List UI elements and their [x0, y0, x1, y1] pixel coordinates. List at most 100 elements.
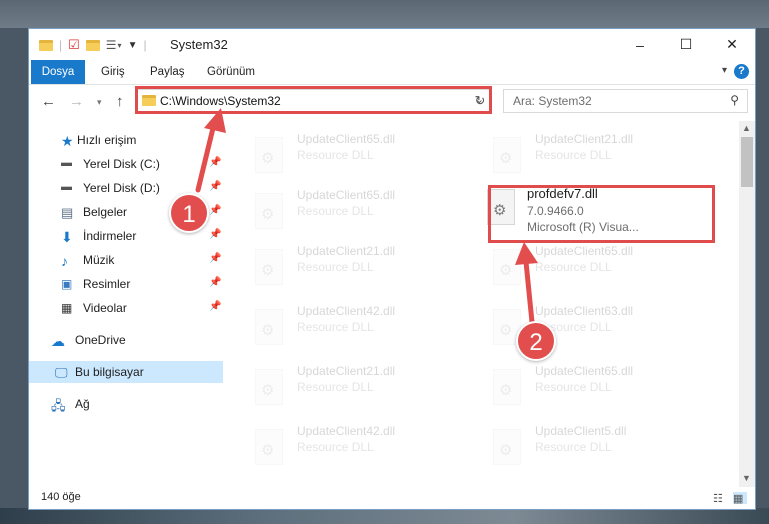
- file-type: Resource DLL: [535, 440, 612, 454]
- details-view-icon[interactable]: ☷: [713, 492, 727, 505]
- scrollbar-thumb[interactable]: [741, 137, 753, 187]
- file-tile[interactable]: ⚙ UpdateClient42.dll Resource DLL: [225, 419, 453, 471]
- pin-icon: 📌: [209, 181, 222, 192]
- sidebar-item-label: Yerel Disk (C:): [83, 157, 160, 171]
- drive-icon: ▬: [61, 157, 72, 169]
- sidebar-item-this-pc[interactable]: 🖵 Bu bilgisayar: [29, 361, 223, 383]
- properties-icon[interactable]: ☑: [68, 37, 80, 53]
- file-name: UpdateClient21.dll: [535, 132, 634, 146]
- file-name: UpdateClient65.dll: [535, 244, 634, 258]
- file-tile[interactable]: ⚙ UpdateClient21.dll Resource DLL: [225, 359, 453, 411]
- drive-icon: ▬: [61, 181, 72, 193]
- file-name: UpdateClient5.dll: [535, 424, 627, 438]
- file-tile[interactable]: ⚙ UpdateClient65.dll Resource DLL: [463, 359, 691, 411]
- maximize-button[interactable]: ☐: [663, 29, 709, 60]
- pin-icon: 📌: [209, 301, 222, 312]
- tab-dosya[interactable]: Dosya: [31, 60, 85, 84]
- file-list: ⚙ UpdateClient65.dll Resource DLL ⚙ Upda…: [225, 123, 739, 483]
- sidebar-item-onedrive[interactable]: ☁ OneDrive: [29, 329, 223, 351]
- tab-giris[interactable]: Giriş: [101, 60, 125, 84]
- sidebar-item-videolar[interactable]: ▦ Videolar 📌: [29, 297, 223, 319]
- file-tile[interactable]: ⚙ UpdateClient63.dll Resource DLL: [463, 299, 691, 351]
- dll-file-icon: ⚙: [255, 309, 283, 345]
- tiles-view-icon[interactable]: ▦: [733, 492, 747, 505]
- file-type: Resource DLL: [535, 148, 612, 162]
- sidebar-item-label: Bu bilgisayar: [75, 365, 144, 379]
- forward-button[interactable]: →: [69, 93, 84, 110]
- back-button[interactable]: ←: [41, 93, 56, 110]
- video-icon: ▦: [61, 301, 73, 315]
- sidebar-item-label: Yerel Disk (D:): [83, 181, 160, 195]
- tab-gorunum[interactable]: Görünüm: [207, 60, 255, 84]
- dll-file-icon: ⚙: [255, 249, 283, 285]
- new-folder-icon[interactable]: [85, 39, 100, 51]
- scroll-down-icon[interactable]: ▼: [742, 473, 751, 483]
- file-type: Resource DLL: [297, 440, 374, 454]
- file-name: UpdateClient65.dll: [297, 132, 396, 146]
- file-name: UpdateClient21.dll: [297, 244, 396, 258]
- music-icon: ♪: [61, 253, 68, 269]
- file-name: UpdateClient21.dll: [297, 364, 396, 378]
- folder-icon: [39, 39, 53, 51]
- search-icon: ⚲: [730, 93, 739, 107]
- status-bar: 140 öğe ☷ ▦: [29, 487, 755, 509]
- sidebar-item-muzik[interactable]: ♪ Müzik 📌: [29, 249, 223, 271]
- file-tile[interactable]: ⚙ UpdateClient5.dll Resource DLL: [463, 419, 691, 471]
- file-explorer-window: | ☑ ☰ ▾ ▼ | System32 – ☐ ✕ Dosya Giriş P…: [28, 28, 756, 510]
- dll-file-icon: ⚙: [493, 137, 521, 173]
- file-tile[interactable]: ⚙ UpdateClient65.dll Resource DLL: [225, 127, 453, 179]
- up-button[interactable]: ↑: [116, 93, 124, 110]
- sidebar-item-label: İndirmeler: [83, 229, 137, 243]
- sidebar-item-network[interactable]: 🖧 Ağ: [29, 393, 223, 415]
- pin-icon: 📌: [209, 229, 222, 240]
- sidebar-item-label: Belgeler: [83, 205, 128, 219]
- dll-file-icon: ⚙: [255, 429, 283, 465]
- item-count: 140 öğe: [41, 491, 81, 503]
- network-icon: 🖧: [51, 398, 66, 413]
- quick-access-toolbar: | ☑ ☰ ▾ ▼ |: [39, 36, 147, 54]
- file-type: Resource DLL: [297, 260, 374, 274]
- minimize-button[interactable]: –: [617, 29, 663, 60]
- cloud-icon: ☁: [51, 333, 65, 349]
- title-bar: | ☑ ☰ ▾ ▼ | System32 – ☐ ✕: [29, 29, 755, 60]
- window-title: System32: [170, 37, 228, 52]
- file-type: Resource DLL: [297, 380, 374, 394]
- chevron-down-icon[interactable]: ▾: [118, 41, 122, 50]
- sidebar-item-resimler[interactable]: ▣ Resimler 📌: [29, 273, 223, 295]
- dll-file-icon: ⚙: [255, 137, 283, 173]
- file-type: Resource DLL: [297, 204, 374, 218]
- vertical-scrollbar[interactable]: ▲ ▼: [739, 121, 755, 487]
- dll-file-icon: ⚙: [255, 193, 283, 229]
- recent-locations-button[interactable]: ▾: [97, 97, 102, 108]
- tab-paylas[interactable]: Paylaş: [150, 60, 185, 84]
- pictures-icon: ▣: [61, 277, 73, 291]
- download-icon: ⬇: [61, 229, 73, 245]
- scroll-up-icon[interactable]: ▲: [742, 123, 751, 133]
- file-type: Resource DLL: [535, 380, 612, 394]
- dll-file-icon: ⚙: [493, 249, 521, 285]
- help-button[interactable]: ?: [734, 64, 749, 79]
- address-bar-highlight: [135, 86, 492, 114]
- view-list-icon[interactable]: ☰: [106, 38, 117, 52]
- sidebar-item-label: Ağ: [75, 397, 90, 411]
- file-name: UpdateClient42.dll: [297, 304, 396, 318]
- pin-icon: 📌: [209, 205, 222, 216]
- file-highlight: [488, 185, 715, 243]
- chevron-down-icon[interactable]: ▾: [722, 65, 727, 76]
- file-tile[interactable]: ⚙ UpdateClient21.dll Resource DLL: [463, 127, 691, 179]
- file-tile[interactable]: ⚙ UpdateClient21.dll Resource DLL: [225, 239, 453, 291]
- sidebar-item-label: Müzik: [83, 253, 115, 267]
- sidebar-item-disk-c[interactable]: ▬ Yerel Disk (C:) 📌: [29, 153, 223, 175]
- step-badge-1: 1: [169, 193, 209, 233]
- file-tile[interactable]: ⚙ UpdateClient42.dll Resource DLL: [225, 299, 453, 351]
- close-button[interactable]: ✕: [709, 29, 755, 60]
- dll-file-icon: ⚙: [493, 429, 521, 465]
- customize-toolbar-icon[interactable]: ▼: [128, 40, 138, 51]
- dll-file-icon: ⚙: [255, 369, 283, 405]
- search-input[interactable]: Ara: System32 ⚲: [503, 89, 748, 113]
- sidebar-item-label: Hızlı erişim: [77, 133, 137, 147]
- file-tile[interactable]: ⚙ UpdateClient65.dll Resource DLL: [463, 239, 691, 291]
- sidebar-item-quick-access[interactable]: ★ Hızlı erişim: [29, 129, 223, 151]
- sidebar-item-label: OneDrive: [75, 333, 126, 347]
- file-tile[interactable]: ⚙ UpdateClient65.dll Resource DLL: [225, 183, 453, 235]
